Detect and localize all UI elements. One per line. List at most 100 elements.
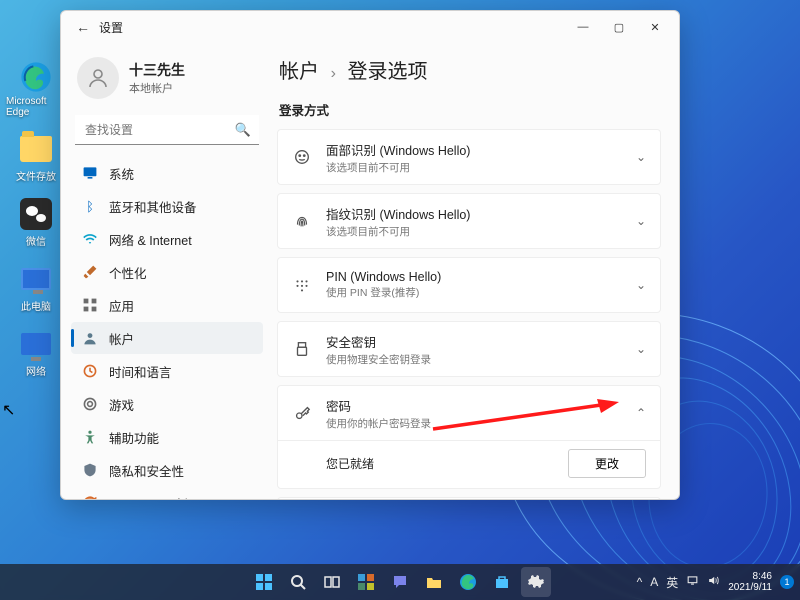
chevron-down-icon: ⌄ bbox=[636, 278, 646, 292]
sidebar-item-label: 蓝牙和其他设备 bbox=[109, 197, 197, 216]
content: 帐户 › 登录选项 登录方式 面部识别 (Windows Hello) 该选项目… bbox=[271, 43, 679, 499]
sidebar-item-accounts[interactable]: 帐户 bbox=[71, 322, 263, 354]
sidebar-item-update[interactable]: Windows 更新 bbox=[71, 487, 263, 499]
store-button[interactable] bbox=[487, 567, 517, 597]
option-password-body: 您已就绪 更改 bbox=[278, 440, 660, 488]
sidebar-item-label: 游戏 bbox=[109, 395, 134, 414]
option-face[interactable]: 面部识别 (Windows Hello) 该选项目前不可用 ⌄ bbox=[277, 129, 661, 185]
desktop-icon-network[interactable]: 网络 bbox=[6, 327, 66, 378]
back-button[interactable]: ← bbox=[71, 19, 95, 35]
sidebar-item-label: Windows 更新 bbox=[109, 494, 188, 500]
chat-button[interactable] bbox=[385, 567, 415, 597]
sidebar-item-label: 个性化 bbox=[109, 263, 147, 282]
taskbar-center bbox=[249, 567, 551, 597]
option-sub: 该选项目前不可用 bbox=[326, 160, 622, 175]
desktop-icon-label: 文件存放 bbox=[16, 168, 56, 183]
signin-options: 面部识别 (Windows Hello) 该选项目前不可用 ⌄ 指纹识别 (Wi… bbox=[277, 129, 661, 499]
taskbar-tray[interactable]: ^ A 英 8:46 2021/9/11 1 bbox=[637, 571, 794, 593]
sidebar-item-personalization[interactable]: 个性化 bbox=[71, 256, 263, 288]
section-heading: 登录方式 bbox=[279, 100, 661, 119]
option-security-key[interactable]: 安全密钥 使用物理安全密钥登录 ⌄ bbox=[277, 321, 661, 377]
ime-mode[interactable]: A bbox=[650, 575, 658, 589]
sidebar-item-system[interactable]: 系统 bbox=[71, 157, 263, 189]
apps-icon bbox=[81, 296, 99, 314]
sidebar-item-time[interactable]: 时间和语言 bbox=[71, 355, 263, 387]
breadcrumb-signin: 登录选项 bbox=[347, 61, 427, 83]
chevron-right-icon: › bbox=[331, 65, 336, 82]
search-button[interactable] bbox=[283, 567, 313, 597]
sidebar-item-gaming[interactable]: 游戏 bbox=[71, 388, 263, 420]
network-tray-icon[interactable] bbox=[686, 574, 699, 590]
breadcrumb: 帐户 › 登录选项 bbox=[279, 55, 661, 84]
user-name: 十三先生 bbox=[129, 60, 185, 80]
option-title: 安全密钥 bbox=[326, 332, 622, 351]
explorer-button[interactable] bbox=[419, 567, 449, 597]
desktop-icon-folder[interactable]: 文件存放 bbox=[6, 132, 66, 183]
sidebar-item-label: 应用 bbox=[109, 296, 134, 315]
option-picture-password[interactable]: 图片密码 轻扫并点击你最喜爱的照片以解锁设备 ⌄ bbox=[277, 497, 661, 499]
sidebar-item-privacy[interactable]: 隐私和安全性 bbox=[71, 454, 263, 486]
folder-icon bbox=[19, 132, 53, 166]
brush-icon bbox=[81, 263, 99, 281]
thispc-icon bbox=[19, 262, 53, 296]
sidebar-nav: 系统 ᛒ 蓝牙和其他设备 网络 & Internet 个性化 bbox=[71, 157, 263, 499]
task-view-button[interactable] bbox=[317, 567, 347, 597]
taskbar[interactable]: ^ A 英 8:46 2021/9/11 1 bbox=[0, 564, 800, 600]
option-pin[interactable]: PIN (Windows Hello) 使用 PIN 登录(推荐) ⌄ bbox=[277, 257, 661, 313]
user-type: 本地帐户 bbox=[129, 80, 185, 96]
sidebar-item-network[interactable]: 网络 & Internet bbox=[71, 223, 263, 255]
search-input[interactable] bbox=[75, 115, 259, 145]
desktop-icon-label: Microsoft Edge bbox=[6, 96, 66, 118]
start-button[interactable] bbox=[249, 567, 279, 597]
option-title: PIN (Windows Hello) bbox=[326, 270, 622, 284]
maximize-button[interactable]: ▢ bbox=[601, 13, 637, 41]
chevron-down-icon: ⌄ bbox=[636, 342, 646, 356]
shield-icon bbox=[81, 461, 99, 479]
minimize-button[interactable]: — bbox=[565, 13, 601, 41]
volume-tray-icon[interactable] bbox=[707, 574, 720, 590]
sidebar-item-bluetooth[interactable]: ᛒ 蓝牙和其他设备 bbox=[71, 190, 263, 222]
date-text: 2021/9/11 bbox=[728, 582, 772, 593]
titlebar[interactable]: ← 设置 — ▢ ✕ bbox=[61, 11, 679, 43]
desktop-icons: Microsoft Edge 文件存放 微信 此电脑 网络 bbox=[6, 60, 66, 392]
desktop-icon-label: 此电脑 bbox=[21, 298, 51, 313]
tray-chevron-icon[interactable]: ^ bbox=[637, 575, 643, 589]
accessibility-icon bbox=[81, 428, 99, 446]
sidebar-item-label: 时间和语言 bbox=[109, 362, 172, 381]
user-block[interactable]: 十三先生 本地帐户 bbox=[71, 51, 263, 113]
settings-taskbar-button[interactable] bbox=[521, 567, 551, 597]
sidebar-item-apps[interactable]: 应用 bbox=[71, 289, 263, 321]
wechat-icon bbox=[19, 197, 53, 231]
wifi-icon bbox=[81, 230, 99, 248]
option-sub: 使用你的帐户密码登录 bbox=[326, 416, 622, 431]
change-password-button[interactable]: 更改 bbox=[568, 449, 646, 478]
option-password[interactable]: 密码 使用你的帐户密码登录 ⌃ 您已就绪 更改 bbox=[277, 385, 661, 489]
usb-key-icon bbox=[292, 340, 312, 358]
taskbar-clock[interactable]: 8:46 2021/9/11 bbox=[728, 571, 772, 593]
face-icon bbox=[292, 148, 312, 166]
avatar-icon bbox=[77, 57, 119, 99]
sidebar-item-label: 辅助功能 bbox=[109, 428, 159, 447]
key-icon bbox=[292, 404, 312, 422]
pin-icon bbox=[292, 276, 312, 294]
desktop-icon-thispc[interactable]: 此电脑 bbox=[6, 262, 66, 313]
desktop-icon-wechat[interactable]: 微信 bbox=[6, 197, 66, 248]
option-fingerprint[interactable]: 指纹识别 (Windows Hello) 该选项目前不可用 ⌄ bbox=[277, 193, 661, 249]
edge-taskbar-button[interactable] bbox=[453, 567, 483, 597]
sidebar-item-accessibility[interactable]: 辅助功能 bbox=[71, 421, 263, 453]
network-desktop-icon bbox=[19, 327, 53, 361]
sidebar: 十三先生 本地帐户 🔍 系统 ᛒ 蓝牙和其他设备 bbox=[61, 43, 271, 499]
desktop-icon-edge[interactable]: Microsoft Edge bbox=[6, 60, 66, 118]
settings-window: ← 设置 — ▢ ✕ 十三先生 本地帐户 bbox=[60, 10, 680, 500]
ime-lang[interactable]: 英 bbox=[666, 574, 678, 591]
clock-icon bbox=[81, 362, 99, 380]
gaming-icon bbox=[81, 395, 99, 413]
time-text: 8:46 bbox=[728, 571, 772, 582]
widgets-button[interactable] bbox=[351, 567, 381, 597]
close-button[interactable]: ✕ bbox=[637, 13, 673, 41]
breadcrumb-accounts[interactable]: 帐户 bbox=[279, 61, 319, 83]
system-icon bbox=[81, 164, 99, 182]
option-sub: 使用物理安全密钥登录 bbox=[326, 352, 622, 367]
search-box[interactable]: 🔍 bbox=[75, 115, 259, 145]
notification-badge[interactable]: 1 bbox=[780, 575, 794, 589]
